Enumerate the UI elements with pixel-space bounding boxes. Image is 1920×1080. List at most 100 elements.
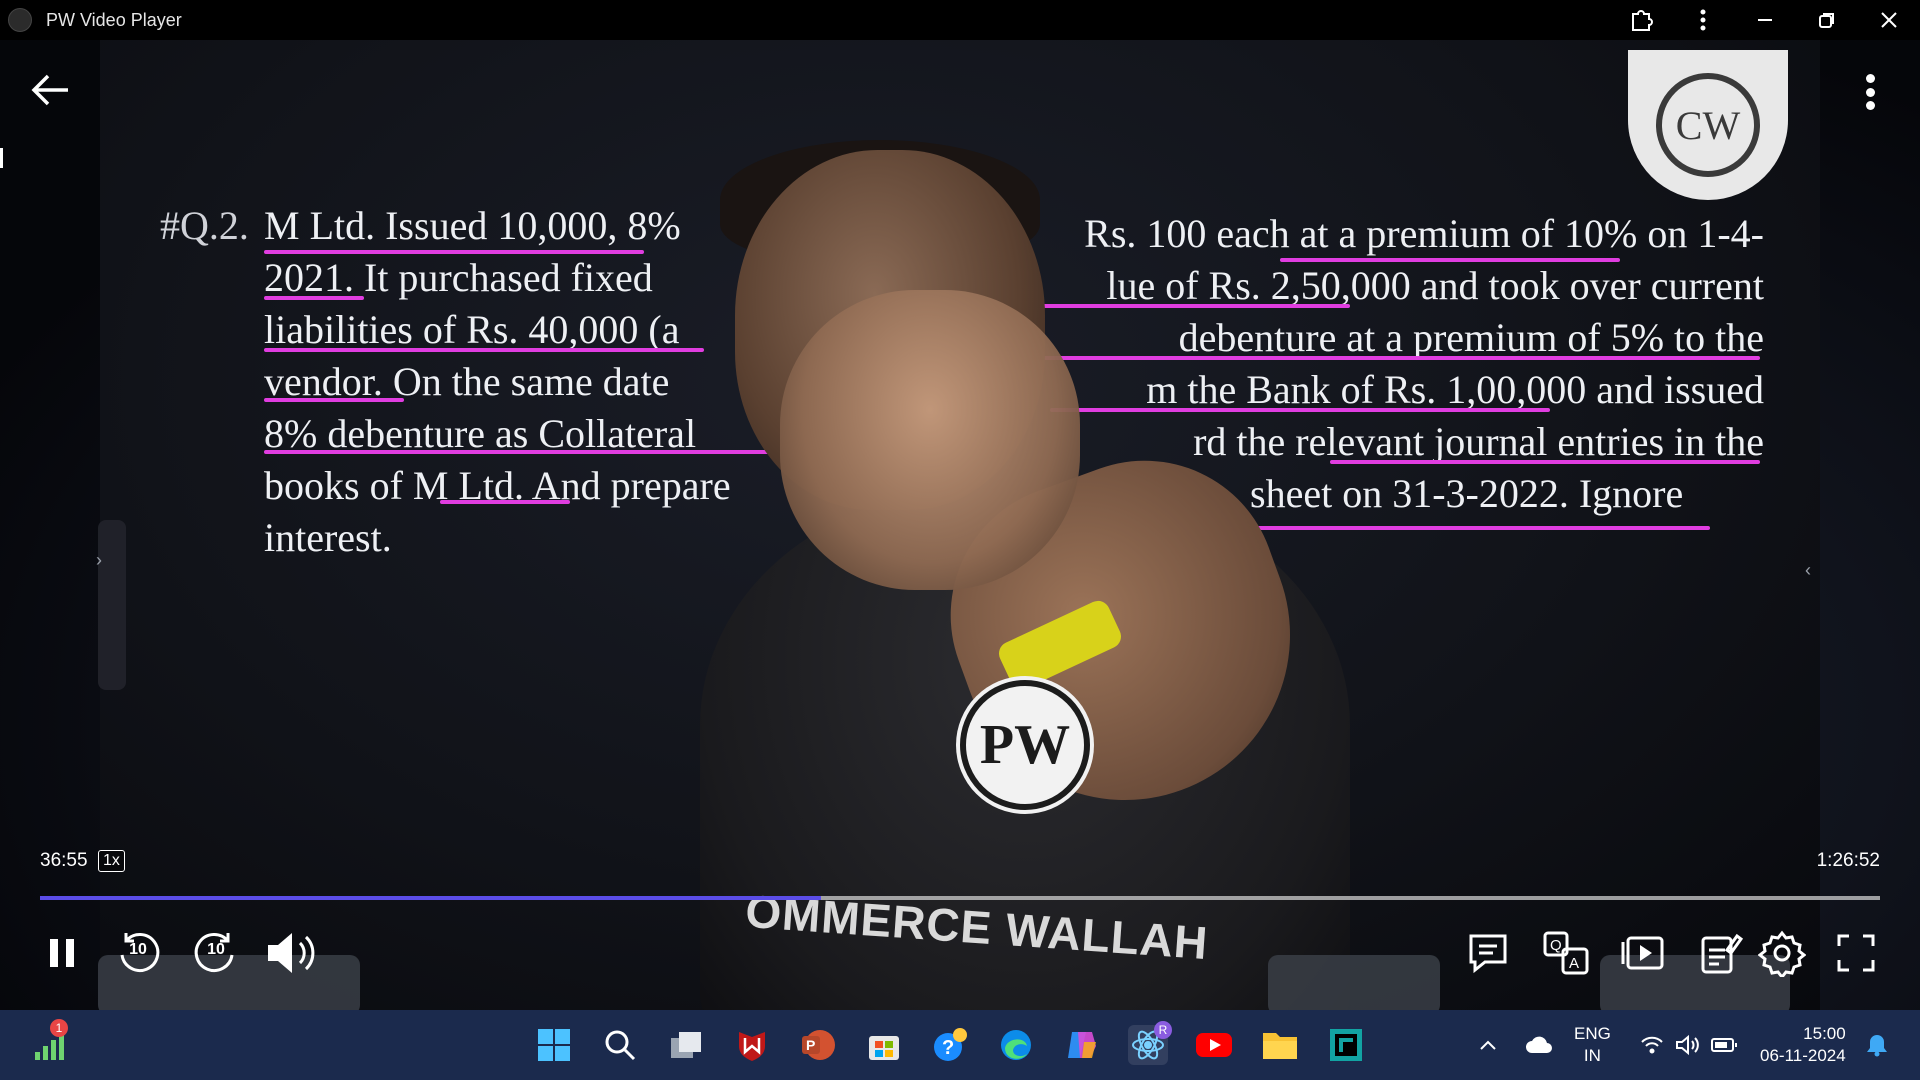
- volume-button[interactable]: [262, 925, 318, 981]
- notification-badge: 1: [50, 1019, 68, 1037]
- settings-button[interactable]: [1754, 925, 1810, 981]
- translate-icon: QA: [1543, 931, 1589, 975]
- edge-icon: [1001, 1030, 1031, 1060]
- language-indicator[interactable]: ENG IN: [1574, 1010, 1611, 1080]
- clock[interactable]: 15:00 06-11-2024: [1760, 1010, 1846, 1080]
- region-code: IN: [1583, 1046, 1601, 1065]
- player-menu-button[interactable]: [1855, 70, 1885, 114]
- board-toolbar-middle: [1268, 955, 1440, 1010]
- chat-button[interactable]: [1460, 925, 1516, 981]
- highlight-underline: [264, 296, 364, 300]
- highlight-underline: [1010, 304, 1350, 308]
- help-icon: ?: [934, 1028, 967, 1061]
- mcafee-app[interactable]: [732, 1025, 772, 1065]
- search-button[interactable]: [600, 1025, 640, 1065]
- rewind-10-button[interactable]: 10: [110, 925, 166, 981]
- highlight-underline: [264, 398, 404, 402]
- app-grid-icon: [1330, 1029, 1362, 1061]
- restore-button[interactable]: [1796, 0, 1858, 40]
- notifications-button[interactable]: [1866, 1010, 1888, 1080]
- signal-widget[interactable]: 1: [30, 1019, 70, 1065]
- arrow-left-icon: [31, 74, 68, 106]
- quick-settings[interactable]: [1640, 1010, 1738, 1080]
- help-app[interactable]: ?: [930, 1025, 970, 1065]
- board-side-panel: [98, 520, 126, 690]
- copilot-icon: [1068, 1032, 1096, 1058]
- language-code: ENG: [1574, 1024, 1611, 1043]
- minimize-button[interactable]: [1734, 0, 1796, 40]
- forward-10-button[interactable]: 10: [188, 925, 244, 981]
- fullscreen-icon: [1837, 934, 1875, 972]
- speaker-icon: [1676, 1034, 1699, 1056]
- highlight-underline: [1330, 460, 1760, 464]
- highlight-underline: [264, 250, 644, 254]
- copilot-app[interactable]: [1062, 1025, 1102, 1065]
- task-view-icon: [671, 1032, 701, 1058]
- playlist-button[interactable]: [1616, 925, 1672, 981]
- notes-button[interactable]: [1692, 925, 1748, 981]
- svg-text:?: ?: [942, 1037, 954, 1059]
- question-number: #Q.2.: [160, 203, 249, 248]
- highlight-underline: [440, 500, 570, 504]
- powerpoint-icon: P: [802, 1030, 835, 1060]
- fullscreen-button[interactable]: [1828, 925, 1884, 981]
- highlight-underline: [1280, 258, 1620, 262]
- onedrive-icon[interactable]: [1524, 1010, 1554, 1080]
- teamviewer-app[interactable]: [1326, 1025, 1366, 1065]
- clock-time: 15:00: [1803, 1024, 1846, 1043]
- highlight-underline: [264, 450, 804, 454]
- cursor-marker: [0, 148, 3, 168]
- app-badge: R: [1154, 1021, 1172, 1039]
- window-title: PW Video Player: [46, 9, 182, 30]
- store-app[interactable]: [864, 1025, 904, 1065]
- back-button[interactable]: [28, 68, 72, 112]
- shirt-pw-logo: PW: [960, 680, 1090, 810]
- edge-app[interactable]: [996, 1025, 1036, 1065]
- shield-icon: [739, 1032, 765, 1061]
- volume-icon: [268, 933, 315, 973]
- store-icon: [869, 1036, 899, 1060]
- chevron-right-icon: ›: [96, 550, 102, 570]
- seek-bar[interactable]: [40, 896, 1880, 900]
- highlight-underline: [1050, 408, 1550, 412]
- svg-text:Q: Q: [1550, 937, 1562, 954]
- rewind-label: 10: [129, 941, 147, 958]
- playlist-icon: [1621, 936, 1664, 970]
- highlight-underline: [1030, 356, 1760, 360]
- channel-logo-mark: CW: [1656, 73, 1760, 177]
- youtube-icon: [1196, 1033, 1232, 1057]
- svg-text:A: A: [1569, 955, 1579, 972]
- task-view-button[interactable]: [666, 1025, 706, 1065]
- forward-label: 10: [207, 941, 225, 958]
- show-hidden-icons[interactable]: [1478, 1010, 1498, 1080]
- youtube-app[interactable]: [1194, 1025, 1234, 1065]
- powerpoint-app[interactable]: P: [798, 1025, 838, 1065]
- translate-button[interactable]: QA: [1538, 925, 1594, 981]
- pause-button[interactable]: [34, 925, 90, 981]
- gear-icon: [1758, 930, 1806, 977]
- extension-icon[interactable]: [1610, 0, 1672, 40]
- file-explorer-app[interactable]: [1260, 1025, 1300, 1065]
- react-devtools-app[interactable]: R: [1128, 1021, 1172, 1065]
- menu-dot: [1865, 101, 1875, 110]
- start-button[interactable]: [534, 1025, 574, 1065]
- close-button[interactable]: [1858, 0, 1920, 40]
- menu-dot: [1865, 74, 1875, 83]
- search-icon: [605, 1030, 636, 1061]
- cloud-icon: [1526, 1036, 1552, 1053]
- teacher-hand: [780, 290, 1080, 590]
- windows-icon: [538, 1029, 570, 1061]
- folder-icon: [1263, 1033, 1297, 1059]
- total-duration: 1:26:52: [1816, 850, 1880, 871]
- notes-icon: [1701, 933, 1743, 974]
- wifi-icon: [1641, 1036, 1663, 1054]
- playback-speed-button[interactable]: 1x: [98, 850, 125, 872]
- more-options-icon[interactable]: [1672, 0, 1734, 40]
- chat-icon: [1469, 934, 1507, 974]
- video-frame[interactable]: #Q.2. M Ltd. Issued 10,000, 8% 2021. It …: [0, 40, 1920, 1010]
- video-player-window: PW Video Player #Q.2. M Ltd. Issued 10,0…: [0, 0, 1920, 1080]
- window-controls: [1610, 0, 1920, 40]
- highlight-underline: [1250, 526, 1710, 530]
- chevron-up-icon: [1480, 1040, 1496, 1050]
- taskbar: 1 P ? R ENG IN 15:00 06-11-2024: [0, 1010, 1920, 1080]
